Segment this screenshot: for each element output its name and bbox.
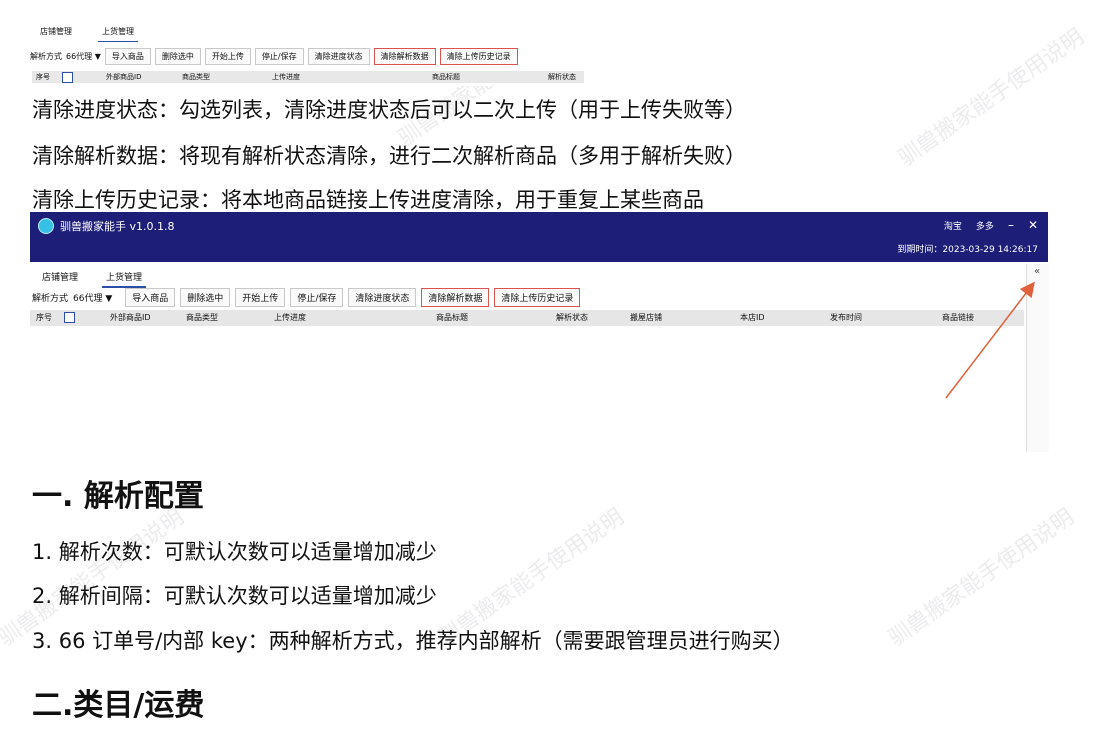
list-item-parse-interval: 2. 解析间隔：可默认次数可以适量增加减少 [32, 584, 437, 608]
list-item-parse-method: 3. 66 订单号/内部 key：两种解析方式，推荐内部解析（需要跟管理员进行购… [32, 629, 794, 653]
list-item-parse-count: 1. 解析次数：可默认次数可以适量增加减少 [32, 540, 437, 564]
section-heading-category-freight: 二.类目/运费 [32, 688, 205, 723]
section-heading-parse-config: 一. 解析配置 [32, 479, 204, 514]
annotation-arrow [945, 281, 1035, 399]
